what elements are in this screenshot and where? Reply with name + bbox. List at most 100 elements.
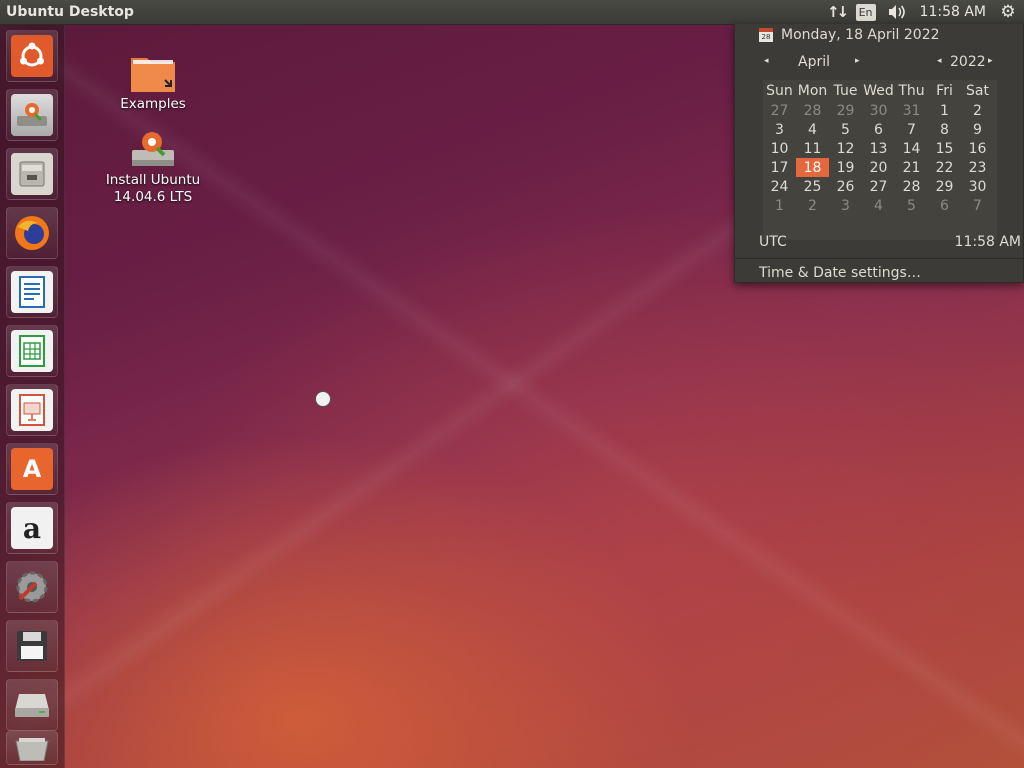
weekday-name: Mon: [797, 82, 828, 99]
calendar-week-row: 10 11 12 13 14 15 16: [763, 139, 994, 158]
calendar-day[interactable]: 5: [829, 120, 862, 139]
desktop-icon-examples[interactable]: Examples: [93, 50, 213, 113]
shopping-bag-icon: A: [11, 448, 53, 490]
calendar-day[interactable]: 1: [763, 196, 796, 215]
next-year-arrow-icon[interactable]: ▸: [988, 56, 993, 66]
trash-icon: [11, 734, 53, 762]
calendar-day[interactable]: 19: [829, 158, 862, 177]
calendar-day[interactable]: 27: [763, 101, 796, 120]
installer-icon: [93, 128, 213, 172]
calendar-icon: 28: [759, 28, 773, 42]
calendar-day[interactable]: 31: [895, 101, 928, 120]
calendar-day[interactable]: 28: [895, 177, 928, 196]
calendar-day[interactable]: 4: [862, 196, 895, 215]
calendar-day[interactable]: 28: [796, 101, 829, 120]
date-header: 28 Monday, 18 April 2022: [759, 27, 940, 43]
network-icon[interactable]: ↑↓: [826, 0, 849, 24]
calendar-day[interactable]: 30: [862, 101, 895, 120]
launcher-item-system-settings[interactable]: [6, 561, 58, 613]
calendar-day[interactable]: 23: [961, 158, 994, 177]
ubuntu-logo-icon: [11, 35, 53, 77]
calendar-day[interactable]: 3: [829, 196, 862, 215]
launcher-item-ubuntu-dash[interactable]: [6, 30, 58, 82]
calendar-day[interactable]: 25: [796, 177, 829, 196]
top-panel: Ubuntu Desktop ↑↓ En 11:58 AM ⚙: [0, 0, 1024, 25]
desktop-icon-install-ubuntu[interactable]: Install Ubuntu 14.04.6 LTS: [93, 128, 213, 206]
installer-icon: [11, 94, 53, 136]
launcher-item-firefox[interactable]: [6, 207, 58, 259]
calendar-day[interactable]: 29: [928, 177, 961, 196]
time-date-settings-item[interactable]: Time & Date settings…: [759, 265, 921, 281]
calendar-day[interactable]: 10: [763, 139, 796, 158]
month-label: April: [798, 54, 830, 70]
calendar-week-row: 3456789: [763, 120, 994, 139]
calendar-day[interactable]: 4: [796, 120, 829, 139]
launcher-item-libreoffice-impress[interactable]: [6, 384, 58, 436]
launcher-item-trash[interactable]: [6, 731, 58, 765]
calendar-day[interactable]: 24: [763, 177, 796, 196]
calendar-day[interactable]: 7: [961, 196, 994, 215]
calendar-day[interactable]: 3: [763, 120, 796, 139]
launcher-item-drive[interactable]: [6, 679, 58, 731]
file-cabinet-icon: [11, 153, 53, 195]
calendar-day[interactable]: 29: [829, 101, 862, 120]
datetime-menu: 28 Monday, 18 April 2022 ◂ April ▸ ◂ 202…: [734, 24, 1024, 283]
calendar-day[interactable]: 12: [829, 139, 862, 158]
calendar-day[interactable]: 1: [928, 101, 961, 120]
calendar-day[interactable]: 5: [895, 196, 928, 215]
calendar-day[interactable]: 6: [928, 196, 961, 215]
timezone-time: 11:58 AM: [954, 234, 1021, 250]
calendar-day[interactable]: 13: [862, 139, 895, 158]
calendar-day[interactable]: 15: [928, 139, 961, 158]
floppy-icon: [11, 625, 53, 667]
calendar-day-today[interactable]: 18: [796, 158, 829, 177]
wrench-icon: [11, 566, 53, 608]
calendar-day[interactable]: 20: [862, 158, 895, 177]
session-gear-icon[interactable]: ⚙: [998, 0, 1018, 24]
launcher: A a: [0, 25, 65, 768]
mouse-cursor-icon: [315, 391, 331, 407]
launcher-item-amazon[interactable]: a: [6, 502, 58, 554]
impress-slide-icon: [11, 389, 53, 431]
calc-sheet-icon: [11, 330, 53, 372]
keyboard-layout-indicator[interactable]: En: [855, 3, 876, 21]
launcher-item-software-center[interactable]: A: [6, 443, 58, 495]
next-month-arrow-icon[interactable]: ▸: [855, 56, 860, 66]
calendar-day[interactable]: 9: [961, 120, 994, 139]
calendar-day[interactable]: 2: [796, 196, 829, 215]
drive-icon: [11, 684, 53, 726]
calendar-day[interactable]: 30: [961, 177, 994, 196]
calendar-day[interactable]: 16: [961, 139, 994, 158]
launcher-item-libreoffice-calc[interactable]: [6, 325, 58, 377]
desktop-icon-label: Examples: [120, 96, 186, 112]
calendar-day[interactable]: 6: [862, 120, 895, 139]
weekday-name: Sat: [966, 82, 989, 99]
prev-year-arrow-icon[interactable]: ◂: [937, 56, 942, 66]
weekday-name: Thu: [898, 82, 925, 99]
calendar-day[interactable]: 26: [829, 177, 862, 196]
calendar-day[interactable]: 7: [895, 120, 928, 139]
amazon-icon: a: [11, 507, 53, 549]
calendar-nav: ◂ April ▸ ◂ 2022 ▸: [759, 52, 999, 72]
launcher-item-install-ubuntu[interactable]: [6, 89, 58, 141]
calendar-day[interactable]: 14: [895, 139, 928, 158]
calendar-week-row: 27 28 29 30 31 1 2: [763, 101, 994, 120]
calendar-day[interactable]: 27: [862, 177, 895, 196]
timezone-row[interactable]: UTC 11:58 AM: [759, 234, 1021, 250]
prev-month-arrow-icon[interactable]: ◂: [764, 56, 769, 66]
calendar-day[interactable]: 11: [796, 139, 829, 158]
calendar-day[interactable]: 21: [895, 158, 928, 177]
writer-doc-icon: [11, 271, 53, 313]
launcher-item-libreoffice-writer[interactable]: [6, 266, 58, 318]
launcher-item-floppy[interactable]: [6, 620, 58, 672]
calendar-week-row: 24 25 26 27 28 29 30: [763, 177, 994, 196]
menu-separator: [735, 258, 1023, 259]
launcher-item-files[interactable]: [6, 148, 58, 200]
calendar-day[interactable]: 2: [961, 101, 994, 120]
calendar-day[interactable]: 8: [928, 120, 961, 139]
volume-icon[interactable]: [886, 0, 908, 24]
clock-indicator[interactable]: 11:58 AM: [920, 0, 986, 24]
calendar-day[interactable]: 22: [928, 158, 961, 177]
calendar-table: Sun Mon Tue Wed Thu Fri Sat 27 28 29 30 31 1 2 3 4 5 6 7 8 9…: [763, 80, 994, 215]
calendar-day[interactable]: 17: [763, 158, 796, 177]
